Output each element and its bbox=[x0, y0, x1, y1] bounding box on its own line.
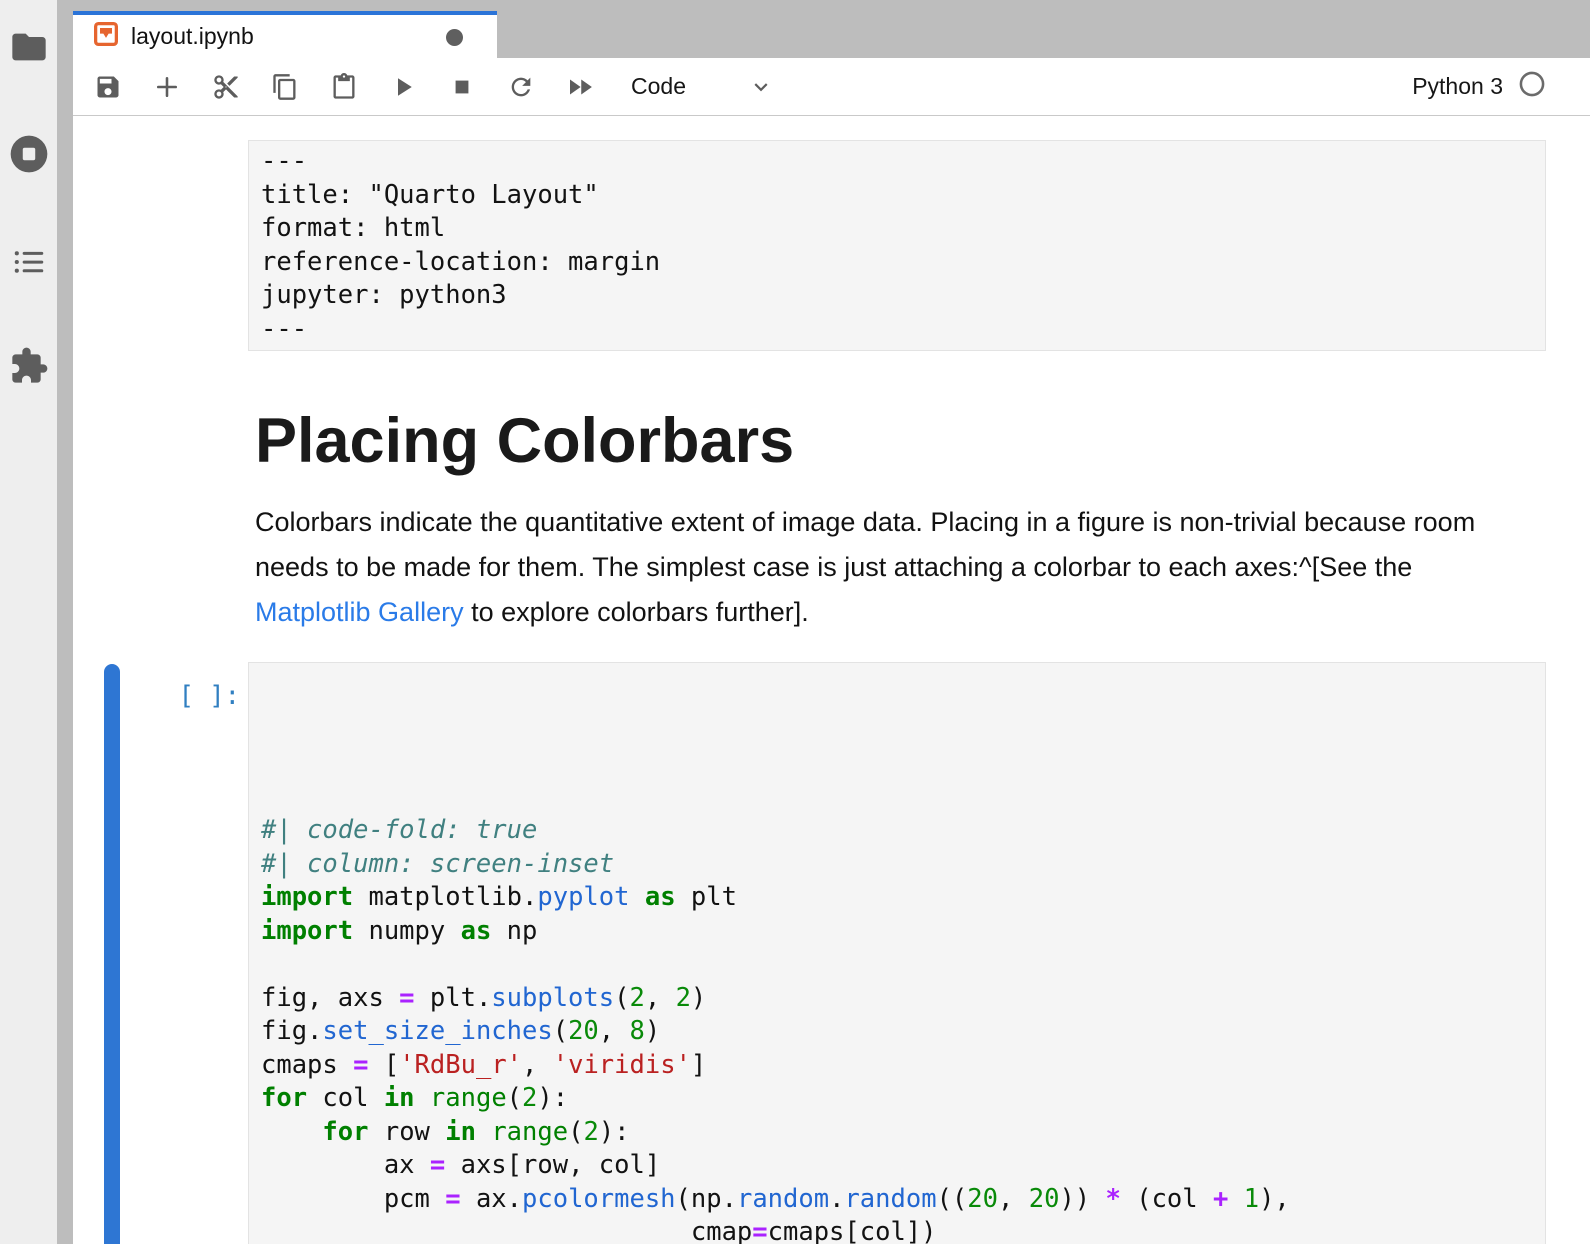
extensions-icon[interactable] bbox=[0, 346, 57, 386]
matplotlib-gallery-link[interactable]: Matplotlib Gallery bbox=[255, 597, 464, 627]
code-lines: #| code-fold: true#| column: screen-inse… bbox=[261, 814, 1533, 1244]
cell-type-dropdown[interactable]: Code bbox=[631, 73, 774, 100]
chevron-down-icon bbox=[748, 74, 774, 100]
raw-line: format: html bbox=[261, 212, 1533, 246]
tab-layout-ipynb[interactable]: layout.ipynb bbox=[73, 11, 497, 58]
tab-title: layout.ipynb bbox=[131, 23, 254, 50]
code-line: cmaps = ['RdBu_r', 'viridis'] bbox=[261, 1049, 1533, 1083]
kernel-status-icon bbox=[1518, 70, 1546, 103]
code-line: #| code-fold: true bbox=[261, 814, 1533, 848]
cut-cells-button[interactable] bbox=[204, 65, 248, 109]
copy-cells-button[interactable] bbox=[263, 65, 307, 109]
code-cell-editor[interactable]: [ ]: #| code-fold: true#| column: screen… bbox=[248, 662, 1546, 1244]
raw-line: jupyter: python3 bbox=[261, 279, 1533, 313]
run-cell-button[interactable] bbox=[381, 65, 425, 109]
markdown-paragraph: Colorbars indicate the quantitative exte… bbox=[255, 500, 1525, 635]
interrupt-kernel-button[interactable] bbox=[440, 65, 484, 109]
notebook-panel: ---title: "Quarto Layout"format: htmlref… bbox=[73, 117, 1590, 1244]
notebook-toolbar: Code Python 3 bbox=[73, 58, 1590, 116]
kernel-name: Python 3 bbox=[1412, 73, 1503, 100]
left-sidebar bbox=[0, 0, 57, 1244]
cell-execution-prompt: [ ]: bbox=[179, 680, 240, 714]
notebook-file-icon bbox=[94, 22, 118, 51]
raw-line: --- bbox=[261, 313, 1533, 347]
jupyterlab-window: layout.ipynb Code bbox=[0, 0, 1590, 1244]
raw-cell-yaml-frontmatter[interactable]: ---title: "Quarto Layout"format: htmlref… bbox=[248, 140, 1546, 351]
running-kernels-icon[interactable] bbox=[0, 132, 57, 176]
code-line: fig.set_size_inches(20, 8) bbox=[261, 1015, 1533, 1049]
kernel-indicator[interactable]: Python 3 bbox=[1412, 70, 1590, 103]
code-line: for col in range(2): bbox=[261, 1082, 1533, 1116]
restart-kernel-button[interactable] bbox=[499, 65, 543, 109]
cell-type-value: Code bbox=[631, 73, 686, 100]
raw-line: title: "Quarto Layout" bbox=[261, 179, 1533, 213]
raw-line: reference-location: margin bbox=[261, 246, 1533, 280]
raw-line: --- bbox=[261, 145, 1533, 179]
code-line: for row in range(2): bbox=[261, 1116, 1533, 1150]
sidebar-divider bbox=[57, 0, 73, 1244]
code-line: ax = axs[row, col] bbox=[261, 1149, 1533, 1183]
restart-run-all-button[interactable] bbox=[558, 65, 602, 109]
active-cell-bar[interactable] bbox=[104, 664, 120, 1244]
table-of-contents-icon[interactable] bbox=[0, 243, 57, 281]
code-line bbox=[261, 948, 1533, 982]
markdown-heading: Placing Colorbars bbox=[255, 405, 794, 477]
code-line: import numpy as np bbox=[261, 915, 1533, 949]
paste-cells-button[interactable] bbox=[322, 65, 366, 109]
code-line: import matplotlib.pyplot as plt bbox=[261, 881, 1533, 915]
code-line: cmap=cmaps[col]) bbox=[261, 1216, 1533, 1244]
unsaved-changes-dot[interactable] bbox=[446, 29, 463, 46]
insert-cell-button[interactable] bbox=[145, 65, 189, 109]
code-line: #| column: screen-inset bbox=[261, 848, 1533, 882]
code-line: fig, axs = plt.subplots(2, 2) bbox=[261, 982, 1533, 1016]
file-browser-icon[interactable] bbox=[0, 27, 57, 67]
code-line: pcm = ax.pcolormesh(np.random.random((20… bbox=[261, 1183, 1533, 1217]
save-button[interactable] bbox=[86, 65, 130, 109]
